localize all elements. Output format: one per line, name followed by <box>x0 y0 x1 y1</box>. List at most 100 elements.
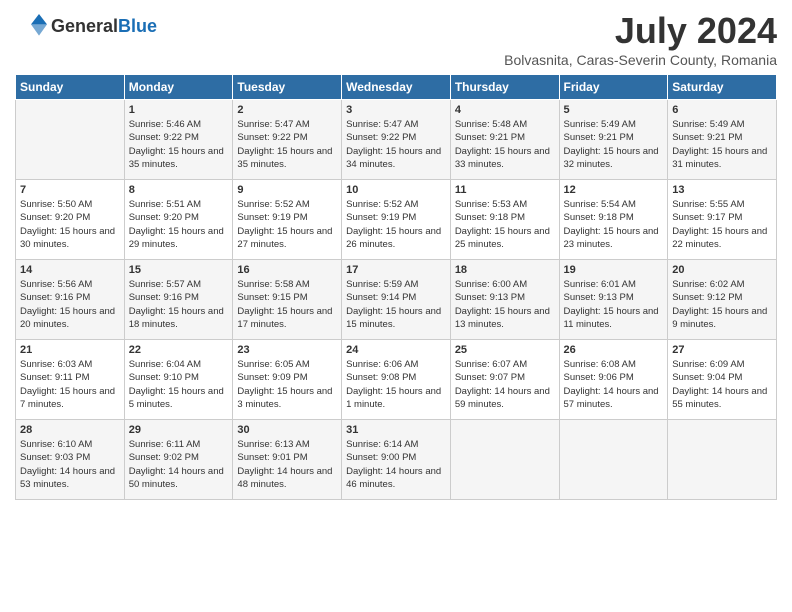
sunrise: Sunrise: 5:58 AM <box>237 279 309 290</box>
daylight: Daylight: 14 hours and 48 minutes. <box>237 466 332 490</box>
calendar-cell: 23 Sunrise: 6:05 AM Sunset: 9:09 PM Dayl… <box>233 340 342 420</box>
daylight: Daylight: 15 hours and 23 minutes. <box>564 226 659 250</box>
calendar-cell: 29 Sunrise: 6:11 AM Sunset: 9:02 PM Dayl… <box>124 420 233 500</box>
day-number: 13 <box>672 184 772 196</box>
sunset: Sunset: 9:19 PM <box>237 212 307 223</box>
sunset: Sunset: 9:06 PM <box>564 372 634 383</box>
day-number: 30 <box>237 424 337 436</box>
cell-content: Sunrise: 5:46 AM Sunset: 9:22 PM Dayligh… <box>129 118 229 171</box>
sunset: Sunset: 9:16 PM <box>129 292 199 303</box>
sunrise: Sunrise: 6:04 AM <box>129 359 201 370</box>
sunrise: Sunrise: 6:00 AM <box>455 279 527 290</box>
week-row-3: 21 Sunrise: 6:03 AM Sunset: 9:11 PM Dayl… <box>16 340 777 420</box>
calendar-cell: 3 Sunrise: 5:47 AM Sunset: 9:22 PM Dayli… <box>342 100 451 180</box>
sunrise: Sunrise: 6:13 AM <box>237 439 309 450</box>
day-number: 2 <box>237 104 337 116</box>
sunrise: Sunrise: 6:07 AM <box>455 359 527 370</box>
sunset: Sunset: 9:16 PM <box>20 292 90 303</box>
day-number: 8 <box>129 184 229 196</box>
daylight: Daylight: 15 hours and 29 minutes. <box>129 226 224 250</box>
sunrise: Sunrise: 5:57 AM <box>129 279 201 290</box>
sunset: Sunset: 9:08 PM <box>346 372 416 383</box>
sunrise: Sunrise: 5:52 AM <box>346 199 418 210</box>
header-wednesday: Wednesday <box>342 75 451 100</box>
day-number: 26 <box>564 344 664 356</box>
cell-content: Sunrise: 6:03 AM Sunset: 9:11 PM Dayligh… <box>20 358 120 411</box>
daylight: Daylight: 15 hours and 15 minutes. <box>346 306 441 330</box>
week-row-2: 14 Sunrise: 5:56 AM Sunset: 9:16 PM Dayl… <box>16 260 777 340</box>
sunset: Sunset: 9:22 PM <box>346 132 416 143</box>
day-number: 11 <box>455 184 555 196</box>
sunrise: Sunrise: 5:56 AM <box>20 279 92 290</box>
sunrise: Sunrise: 6:11 AM <box>129 439 201 450</box>
sunset: Sunset: 9:11 PM <box>20 372 90 383</box>
week-row-4: 28 Sunrise: 6:10 AM Sunset: 9:03 PM Dayl… <box>16 420 777 500</box>
calendar-cell: 10 Sunrise: 5:52 AM Sunset: 9:19 PM Dayl… <box>342 180 451 260</box>
daylight: Daylight: 15 hours and 30 minutes. <box>20 226 115 250</box>
day-number: 6 <box>672 104 772 116</box>
day-number: 12 <box>564 184 664 196</box>
day-number: 5 <box>564 104 664 116</box>
day-number: 4 <box>455 104 555 116</box>
cell-content: Sunrise: 6:06 AM Sunset: 9:08 PM Dayligh… <box>346 358 446 411</box>
daylight: Daylight: 14 hours and 46 minutes. <box>346 466 441 490</box>
cell-content: Sunrise: 5:54 AM Sunset: 9:18 PM Dayligh… <box>564 198 664 251</box>
cell-content: Sunrise: 6:01 AM Sunset: 9:13 PM Dayligh… <box>564 278 664 331</box>
calendar-subtitle: Bolvasnita, Caras-Severin County, Romani… <box>504 52 777 68</box>
cell-content: Sunrise: 5:59 AM Sunset: 9:14 PM Dayligh… <box>346 278 446 331</box>
daylight: Daylight: 15 hours and 9 minutes. <box>672 306 767 330</box>
daylight: Daylight: 14 hours and 53 minutes. <box>20 466 115 490</box>
sunset: Sunset: 9:12 PM <box>672 292 742 303</box>
week-row-0: 1 Sunrise: 5:46 AM Sunset: 9:22 PM Dayli… <box>16 100 777 180</box>
week-row-1: 7 Sunrise: 5:50 AM Sunset: 9:20 PM Dayli… <box>16 180 777 260</box>
daylight: Daylight: 15 hours and 33 minutes. <box>455 146 550 170</box>
logo-blue: Blue <box>118 16 157 37</box>
sunset: Sunset: 9:01 PM <box>237 452 307 463</box>
day-number: 21 <box>20 344 120 356</box>
sunset: Sunset: 9:22 PM <box>129 132 199 143</box>
cell-content: Sunrise: 6:04 AM Sunset: 9:10 PM Dayligh… <box>129 358 229 411</box>
sunrise: Sunrise: 6:01 AM <box>564 279 636 290</box>
calendar-header-row: SundayMondayTuesdayWednesdayThursdayFrid… <box>16 75 777 100</box>
cell-content: Sunrise: 5:51 AM Sunset: 9:20 PM Dayligh… <box>129 198 229 251</box>
sunset: Sunset: 9:13 PM <box>564 292 634 303</box>
cell-content: Sunrise: 5:49 AM Sunset: 9:21 PM Dayligh… <box>564 118 664 171</box>
sunrise: Sunrise: 6:09 AM <box>672 359 744 370</box>
calendar-cell: 1 Sunrise: 5:46 AM Sunset: 9:22 PM Dayli… <box>124 100 233 180</box>
day-number: 14 <box>20 264 120 276</box>
calendar-cell: 2 Sunrise: 5:47 AM Sunset: 9:22 PM Dayli… <box>233 100 342 180</box>
day-number: 19 <box>564 264 664 276</box>
daylight: Daylight: 14 hours and 57 minutes. <box>564 386 659 410</box>
sunset: Sunset: 9:21 PM <box>672 132 742 143</box>
daylight: Daylight: 14 hours and 55 minutes. <box>672 386 767 410</box>
daylight: Daylight: 15 hours and 22 minutes. <box>672 226 767 250</box>
sunrise: Sunrise: 6:08 AM <box>564 359 636 370</box>
sunrise: Sunrise: 5:54 AM <box>564 199 636 210</box>
sunrise: Sunrise: 5:52 AM <box>237 199 309 210</box>
day-number: 27 <box>672 344 772 356</box>
daylight: Daylight: 15 hours and 32 minutes. <box>564 146 659 170</box>
cell-content: Sunrise: 5:52 AM Sunset: 9:19 PM Dayligh… <box>346 198 446 251</box>
daylight: Daylight: 14 hours and 59 minutes. <box>455 386 550 410</box>
sunrise: Sunrise: 6:10 AM <box>20 439 92 450</box>
logo: General Blue <box>15 10 157 42</box>
sunrise: Sunrise: 5:55 AM <box>672 199 744 210</box>
cell-content: Sunrise: 5:56 AM Sunset: 9:16 PM Dayligh… <box>20 278 120 331</box>
calendar-cell: 7 Sunrise: 5:50 AM Sunset: 9:20 PM Dayli… <box>16 180 125 260</box>
cell-content: Sunrise: 5:49 AM Sunset: 9:21 PM Dayligh… <box>672 118 772 171</box>
cell-content: Sunrise: 6:11 AM Sunset: 9:02 PM Dayligh… <box>129 438 229 491</box>
day-number: 20 <box>672 264 772 276</box>
day-number: 7 <box>20 184 120 196</box>
daylight: Daylight: 15 hours and 26 minutes. <box>346 226 441 250</box>
sunset: Sunset: 9:00 PM <box>346 452 416 463</box>
daylight: Daylight: 15 hours and 25 minutes. <box>455 226 550 250</box>
title-area: July 2024 Bolvasnita, Caras-Severin Coun… <box>504 10 777 68</box>
sunset: Sunset: 9:20 PM <box>20 212 90 223</box>
daylight: Daylight: 15 hours and 13 minutes. <box>455 306 550 330</box>
sunset: Sunset: 9:18 PM <box>564 212 634 223</box>
day-number: 31 <box>346 424 446 436</box>
sunrise: Sunrise: 5:49 AM <box>564 119 636 130</box>
calendar-table: SundayMondayTuesdayWednesdayThursdayFrid… <box>15 74 777 500</box>
sunset: Sunset: 9:04 PM <box>672 372 742 383</box>
page-header: General Blue July 2024 Bolvasnita, Caras… <box>15 10 777 68</box>
